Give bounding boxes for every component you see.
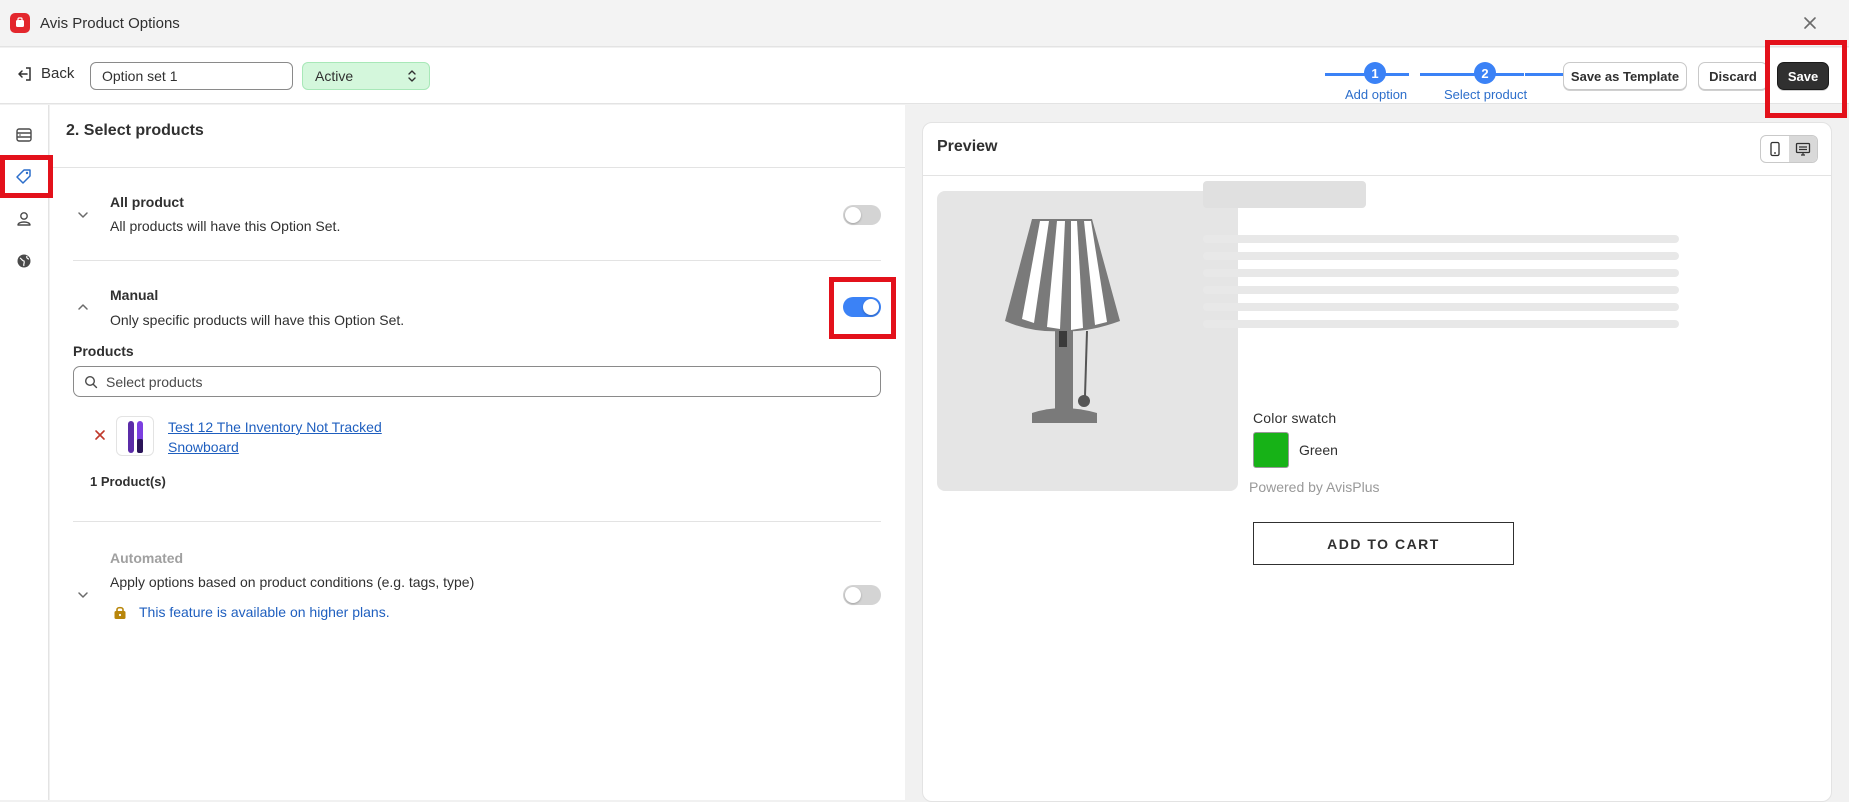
preview-card: Preview Color swatch Green Powered by Av… bbox=[922, 122, 1832, 802]
text-skeleton bbox=[1203, 235, 1679, 243]
text-skeleton bbox=[1203, 269, 1679, 277]
text-skeleton bbox=[1203, 303, 1679, 311]
swatch-label: Color swatch bbox=[1253, 410, 1337, 426]
add-to-cart-button[interactable]: ADD TO CART bbox=[1253, 522, 1514, 565]
manual-description: Only specific products will have this Op… bbox=[110, 312, 405, 328]
swatch-name: Green bbox=[1299, 442, 1338, 458]
product-count: 1 Product(s) bbox=[90, 474, 166, 489]
back-label: Back bbox=[41, 65, 75, 82]
step-1-dot[interactable]: 1 bbox=[1364, 62, 1386, 84]
chevron-up-icon[interactable] bbox=[76, 300, 90, 314]
product-link[interactable]: Test 12 The Inventory Not Tracked Snowbo… bbox=[168, 417, 418, 457]
step-1-label[interactable]: Add option bbox=[1345, 87, 1407, 102]
step-2-dot[interactable]: 2 bbox=[1474, 62, 1496, 84]
person-icon[interactable] bbox=[14, 209, 34, 229]
status-value: Active bbox=[315, 68, 354, 84]
products-label: Products bbox=[73, 343, 134, 359]
product-thumbnail bbox=[116, 416, 154, 456]
left-nav bbox=[0, 105, 49, 800]
step-2-label[interactable]: Select product bbox=[1444, 87, 1527, 102]
save-button[interactable]: Save bbox=[1777, 62, 1829, 90]
chevron-down-icon[interactable] bbox=[76, 588, 90, 602]
globe-icon[interactable] bbox=[14, 251, 34, 271]
product-image bbox=[937, 191, 1238, 491]
text-skeleton bbox=[1203, 286, 1679, 294]
progress-stepper: 1 Add option 2 Select product bbox=[1320, 54, 1568, 102]
product-search-input[interactable] bbox=[106, 373, 866, 390]
all-product-description: All products will have this Option Set. bbox=[110, 218, 341, 234]
discard-button[interactable]: Discard bbox=[1698, 62, 1768, 90]
mobile-view-icon[interactable] bbox=[1761, 136, 1789, 162]
manual-toggle[interactable] bbox=[843, 297, 881, 317]
status-select[interactable]: Active bbox=[302, 62, 430, 90]
preview-area: Preview Color swatch Green Powered by Av… bbox=[905, 105, 1849, 802]
chevron-down-icon[interactable] bbox=[76, 208, 90, 222]
divider bbox=[73, 260, 881, 261]
divider bbox=[923, 175, 1831, 176]
window-titlebar: Avis Product Options bbox=[0, 0, 1849, 47]
app-title: Avis Product Options bbox=[40, 14, 180, 32]
main-panel: 2. Select products All product All produ… bbox=[50, 105, 905, 800]
all-product-title: All product bbox=[110, 194, 184, 210]
preview-title: Preview bbox=[937, 138, 998, 155]
remove-product-icon[interactable] bbox=[93, 428, 107, 442]
step-line-3 bbox=[1525, 73, 1568, 76]
all-product-toggle[interactable] bbox=[843, 205, 881, 225]
app-logo-icon bbox=[10, 13, 30, 33]
save-as-template-button[interactable]: Save as Template bbox=[1563, 62, 1687, 90]
back-button[interactable]: Back bbox=[17, 65, 74, 82]
page-title: 2. Select products bbox=[66, 122, 204, 139]
color-swatch-green[interactable] bbox=[1253, 432, 1289, 468]
automated-toggle[interactable] bbox=[843, 585, 881, 605]
option-set-name-input[interactable] bbox=[90, 62, 293, 90]
select-arrows-icon bbox=[408, 70, 416, 82]
automated-title: Automated bbox=[110, 550, 184, 566]
divider bbox=[73, 521, 881, 522]
close-icon[interactable] bbox=[1801, 14, 1819, 32]
divider bbox=[50, 167, 905, 168]
powered-by-text: Powered by AvisPlus bbox=[1249, 479, 1380, 495]
top-toolbar: Back Active 1 Add option 2 Select produc… bbox=[0, 48, 1849, 104]
options-list-icon[interactable] bbox=[14, 125, 34, 145]
title-skeleton bbox=[1203, 181, 1366, 208]
text-skeleton bbox=[1203, 252, 1679, 260]
text-skeleton bbox=[1203, 320, 1679, 328]
step-line-2 bbox=[1420, 73, 1524, 76]
upgrade-note: This feature is available on higher plan… bbox=[113, 604, 390, 620]
device-toggle bbox=[1760, 135, 1818, 163]
automated-description: Apply options based on product condition… bbox=[110, 574, 475, 590]
product-search-field[interactable] bbox=[73, 366, 881, 397]
desktop-view-icon[interactable] bbox=[1789, 136, 1817, 162]
search-icon bbox=[84, 375, 98, 388]
upgrade-note-text[interactable]: This feature is available on higher plan… bbox=[139, 604, 390, 620]
manual-title: Manual bbox=[110, 287, 159, 303]
exit-icon bbox=[18, 66, 31, 81]
tag-icon[interactable] bbox=[14, 167, 34, 187]
lock-icon bbox=[114, 606, 126, 619]
